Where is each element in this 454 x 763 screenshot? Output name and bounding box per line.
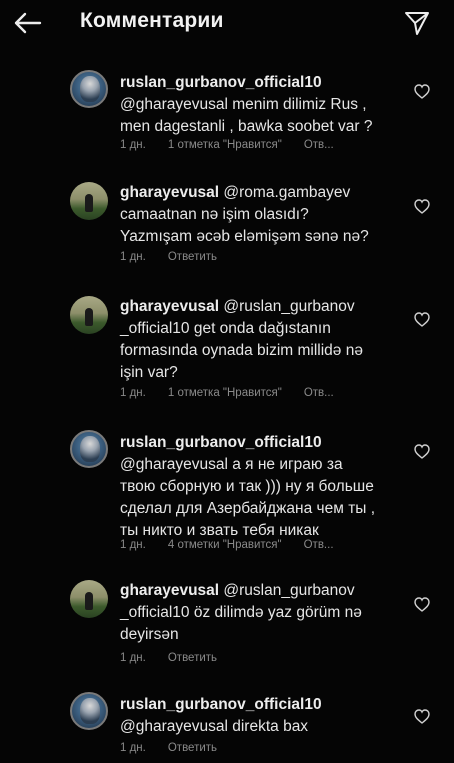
comment-line: сделал для Азербайджана чем ты , <box>120 500 376 517</box>
comment-line: Yazmışam əcəb eləmişəm sənə nə? <box>120 228 369 245</box>
avatar[interactable] <box>70 182 108 220</box>
avatar[interactable] <box>70 70 108 108</box>
comment-meta: 1 дн. 4 отметки "Нравится" Отв... <box>120 539 420 551</box>
comment-line: @ruslan_gurbanov <box>223 582 355 599</box>
comment-text: gharayevusal @ruslan_gurbanov _official1… <box>120 580 410 646</box>
comment-line: твою сборную и так ))) ну я больше <box>120 478 374 495</box>
comment-username[interactable]: gharayevusal <box>120 184 219 201</box>
comment-meta: 1 дн. 1 отметка "Нравится" Отв... <box>120 139 420 151</box>
comment-time: 1 дн. <box>120 652 146 664</box>
avatar[interactable] <box>70 580 108 618</box>
comment-likes[interactable]: 1 отметка "Нравится" <box>168 139 282 151</box>
comment-text: ruslan_gurbanov_official10 @gharayevusal… <box>120 432 410 542</box>
comment-meta: 1 дн. 1 отметка "Нравится" Отв... <box>120 387 420 399</box>
comment-time: 1 дн. <box>120 387 146 399</box>
comment-time: 1 дн. <box>120 251 146 263</box>
reply-button[interactable]: Отв... <box>304 387 334 399</box>
heart-icon[interactable] <box>414 84 430 99</box>
comment-text: ruslan_gurbanov_official10 @gharayevusal… <box>120 72 410 138</box>
avatar[interactable] <box>70 692 108 730</box>
comment-text: gharayevusal @ruslan_gurbanov _official1… <box>120 296 410 384</box>
comment-line: @gharayevusal direkta bax <box>120 718 309 735</box>
reply-button[interactable]: Отв... <box>304 139 334 151</box>
comment-username[interactable]: ruslan_gurbanov_official10 <box>120 696 322 713</box>
reply-button[interactable]: Ответить <box>168 742 217 754</box>
comment-username[interactable]: ruslan_gurbanov_official10 <box>120 74 322 91</box>
comment-likes[interactable]: 1 отметка "Нравится" <box>168 387 282 399</box>
heart-icon[interactable] <box>414 444 430 459</box>
comment-line: formasında oynada bizim millidə nə <box>120 342 363 359</box>
comment-line: işin var? <box>120 364 178 381</box>
comment-username[interactable]: gharayevusal <box>120 582 219 599</box>
comment-time: 1 дн. <box>120 139 146 151</box>
comment-text: ruslan_gurbanov_official10 @gharayevusal… <box>120 694 410 738</box>
comment-time: 1 дн. <box>120 539 146 551</box>
comment-line: _official10 öz dilimdə yaz görüm nə <box>120 604 362 621</box>
comment-meta: 1 дн. Ответить <box>120 742 420 754</box>
comment-meta: 1 дн. Ответить <box>120 251 420 263</box>
comment-username[interactable]: gharayevusal <box>120 298 219 315</box>
avatar[interactable] <box>70 296 108 334</box>
arrow-left-icon[interactable] <box>12 11 42 35</box>
comment-line: camaatnan nə işim olasıdı? <box>120 206 309 223</box>
page-title: Комментарии <box>80 9 224 32</box>
comment-line: @ruslan_gurbanov <box>223 298 355 315</box>
avatar[interactable] <box>70 430 108 468</box>
comment-line: @roma.gambayev <box>223 184 351 201</box>
comment-line: @gharayevusal menim dilimiz Rus , <box>120 96 367 113</box>
comment-line: @gharayevusal а я не играю за <box>120 456 343 473</box>
comment-time: 1 дн. <box>120 742 146 754</box>
heart-icon[interactable] <box>414 597 430 612</box>
header-bar: Комментарии <box>0 0 454 46</box>
comment-line: men dagestanli , bawka soobet var ? <box>120 118 373 135</box>
heart-icon[interactable] <box>414 199 430 214</box>
comment-meta: 1 дн. Ответить <box>120 652 420 664</box>
comment-username[interactable]: ruslan_gurbanov_official10 <box>120 434 322 451</box>
comment-text: gharayevusal @roma.gambayev camaatnan nə… <box>120 182 410 248</box>
reply-button[interactable]: Ответить <box>168 652 217 664</box>
heart-icon[interactable] <box>414 312 430 327</box>
comment-line: _official10 get onda dağıstanın <box>120 320 331 337</box>
comment-line: deyirsən <box>120 626 179 643</box>
heart-icon[interactable] <box>414 709 430 724</box>
comment-likes[interactable]: 4 отметки "Нравится" <box>168 539 282 551</box>
reply-button[interactable]: Отв... <box>304 539 334 551</box>
paper-plane-icon[interactable] <box>404 10 430 36</box>
reply-button[interactable]: Ответить <box>168 251 217 263</box>
